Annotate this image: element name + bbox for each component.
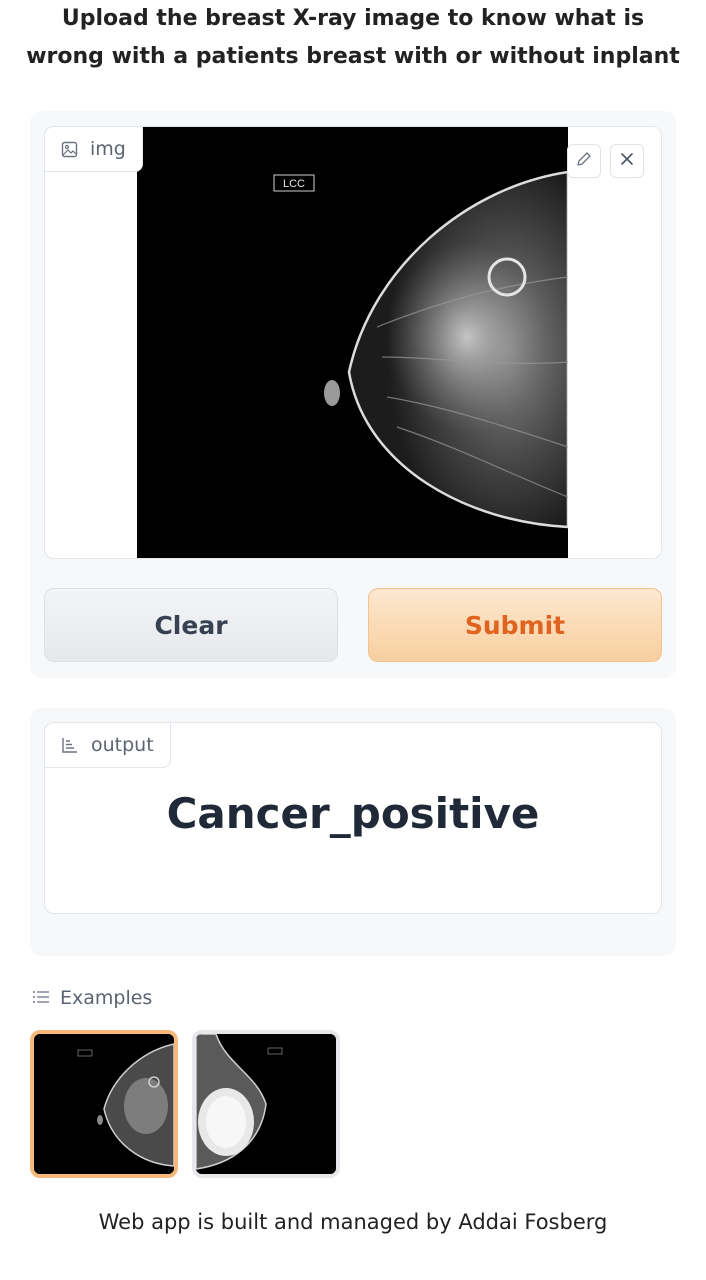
- pencil-icon: [575, 150, 593, 172]
- image-icon: [61, 141, 78, 158]
- page-title: Upload the breast X-ray image to know wh…: [26, 6, 680, 69]
- examples-label-text: Examples: [60, 987, 153, 1009]
- footer-credit: Web app is built and managed by Addai Fo…: [98, 1210, 608, 1234]
- list-icon: [32, 987, 50, 1009]
- image-input-label-text: img: [90, 138, 126, 160]
- uploaded-xray-image: LCC: [137, 127, 570, 558]
- example-thumbnail-2[interactable]: [192, 1030, 340, 1178]
- prediction-result: Cancer_positive: [166, 789, 540, 838]
- image-input-box[interactable]: img LCC: [44, 126, 662, 559]
- input-panel: img LCC Clear Submit: [30, 111, 676, 678]
- close-icon: [619, 151, 635, 171]
- output-label: output: [45, 723, 171, 768]
- image-input-label: img: [45, 127, 143, 172]
- output-label-text: output: [91, 734, 154, 756]
- example-thumbnail-1[interactable]: [30, 1030, 178, 1178]
- label-output-icon: [61, 736, 79, 754]
- edit-button[interactable]: [567, 144, 601, 178]
- clear-button[interactable]: Clear: [44, 588, 338, 662]
- examples-header: Examples: [32, 987, 152, 1009]
- close-button[interactable]: [610, 144, 644, 178]
- output-panel: output Cancer_positive: [30, 708, 676, 956]
- output-box: output Cancer_positive: [44, 722, 662, 914]
- submit-button[interactable]: Submit: [368, 588, 662, 662]
- view-marker: LCC: [283, 178, 305, 190]
